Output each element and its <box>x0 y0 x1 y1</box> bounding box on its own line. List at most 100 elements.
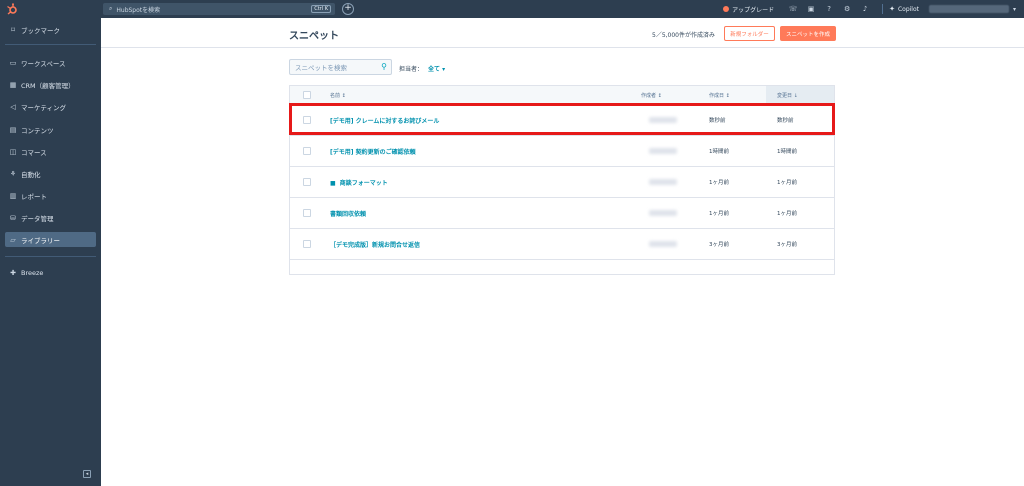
top-nav-bar: ⌕ HubSpotを検索 Ctrl K + アップグレード ☏ ▣ ? ⚙ ♪ … <box>0 0 1024 18</box>
usage-count: 5／5,000件が作成済み <box>652 32 715 39</box>
settings-icon[interactable]: ⚙ <box>840 5 854 13</box>
sidebar-item-crm[interactable]: ▦ CRM（顧客管理） <box>5 77 96 92</box>
modified-date: 1時間前 <box>777 149 797 155</box>
creator-blurred <box>649 210 677 216</box>
bookmark-icon: ⌑ <box>11 25 15 34</box>
column-header-name[interactable]: 名前 ↕ <box>330 92 346 99</box>
sidebar-item-label: レポート <box>21 192 47 201</box>
top-nav-divider <box>882 4 884 14</box>
sidebar-item-library[interactable]: ▱ ライブラリー <box>5 232 96 247</box>
created-date: 3ヶ月前 <box>709 242 729 248</box>
sidebar-item-label: 自動化 <box>21 170 41 179</box>
copilot-sparkle-icon: ✦ <box>889 5 895 13</box>
sidebar-item-content[interactable]: ▤ コンテンツ <box>5 122 96 137</box>
creator-blurred <box>649 148 677 154</box>
modified-date: 3ヶ月前 <box>777 242 797 248</box>
column-header-created[interactable]: 作成日 ↕ <box>709 92 730 99</box>
folder-name-link[interactable]: ■ 商談フォーマット <box>330 178 388 187</box>
owner-filter-dropdown[interactable]: 全て ▾ <box>428 64 445 73</box>
sidebar-item-label: データ管理 <box>21 214 54 223</box>
table-row[interactable]: 書類回収依頼 1ヶ月前 1ヶ月前 <box>290 198 834 229</box>
page-header: スニペット 5／5,000件が作成済み 新規フォルダー スニペットを作成 <box>101 18 1024 48</box>
table-header: 名前 ↕ 作成者 ↕ 作成日 ↕ 変更日 ↓ <box>290 86 834 104</box>
automation-icon: ⚘ <box>9 169 17 178</box>
account-menu-blurred[interactable] <box>928 5 1009 13</box>
chevron-down-icon[interactable]: ▾ <box>1013 6 1016 13</box>
marketplace-icon[interactable]: ▣ <box>804 5 818 13</box>
sidebar-item-data-management[interactable]: ⛁ データ管理 <box>5 210 96 225</box>
creator-blurred <box>649 179 677 185</box>
help-icon[interactable]: ? <box>822 5 836 13</box>
search-shortcut-badge: Ctrl K <box>311 5 331 13</box>
sidebar-item-workspace[interactable]: ▭ ワークスペース <box>5 55 96 70</box>
upgrade-button[interactable]: アップグレード <box>723 5 774 14</box>
sidebar: ⌑ ブックマーク ▭ ワークスペース ▦ CRM（顧客管理） ◁ マーケティング… <box>0 18 101 486</box>
snippet-search-placeholder: スニペットを検索 <box>295 64 347 72</box>
notifications-icon[interactable]: ♪ <box>858 5 872 13</box>
create-snippet-button[interactable]: スニペットを作成 <box>780 26 836 41</box>
select-all-checkbox[interactable] <box>303 91 311 99</box>
sidebar-item-label: Breeze <box>21 268 44 277</box>
snippet-name-link[interactable]: ［デモ完成版］新規お問合せ返信 <box>330 240 420 249</box>
creator-blurred <box>649 241 677 247</box>
breeze-icon: ✚ <box>10 268 16 277</box>
created-date: 1時間前 <box>709 149 729 155</box>
main-content: スニペット 5／5,000件が作成済み 新規フォルダー スニペットを作成 スニペ… <box>101 18 1024 486</box>
sidebar-item-label: マーケティング <box>21 103 66 112</box>
sidebar-item-label: コマース <box>21 148 47 157</box>
library-icon: ▱ <box>10 235 16 244</box>
highlight-box <box>289 103 835 135</box>
sidebar-item-bookmarks[interactable]: ⌑ ブックマーク <box>5 22 96 37</box>
search-icon: ⌕ <box>109 5 113 12</box>
copilot-label: Copilot <box>897 5 919 13</box>
sidebar-item-breeze[interactable]: ✚ Breeze <box>5 265 96 280</box>
sidebar-divider <box>5 256 96 257</box>
global-search-placeholder: HubSpotを検索 <box>116 6 161 14</box>
created-date: 1ヶ月前 <box>709 180 729 186</box>
crm-icon: ▦ <box>9 80 17 89</box>
collapse-sidebar-icon[interactable]: ◂ <box>83 470 91 478</box>
new-folder-button[interactable]: 新規フォルダー <box>724 26 775 41</box>
folder-name-label: 商談フォーマット <box>339 180 388 187</box>
modified-date: 1ヶ月前 <box>777 180 797 186</box>
owner-filter-label: 担当者： <box>399 66 424 73</box>
modified-date: 1ヶ月前 <box>777 211 797 217</box>
table-row[interactable]: [デモ用] 契約更新のご確認依頼 1時間前 1時間前 <box>290 136 834 167</box>
page-title: スニペット <box>289 31 339 42</box>
commerce-icon: ◫ <box>9 147 17 156</box>
create-plus-button[interactable]: + <box>342 3 354 15</box>
marketing-icon: ◁ <box>10 102 16 111</box>
data-icon: ⛁ <box>10 213 16 222</box>
phone-icon[interactable]: ☏ <box>786 5 800 13</box>
column-header-creator[interactable]: 作成者 ↕ <box>641 92 662 99</box>
upgrade-label: アップグレード <box>732 6 775 14</box>
sidebar-item-label: ライブラリー <box>21 236 60 245</box>
reports-icon: ▥ <box>9 191 17 200</box>
table-row[interactable]: ■ 商談フォーマット 1ヶ月前 1ヶ月前 <box>290 167 834 198</box>
row-checkbox[interactable] <box>303 209 311 217</box>
hubspot-logo-icon[interactable] <box>6 3 18 15</box>
copilot-button[interactable]: ✦ Copilot <box>889 5 919 13</box>
folder-icon: ■ <box>330 180 336 187</box>
snippet-search-input[interactable]: スニペットを検索 ⚲ <box>289 59 392 75</box>
snippet-name-link[interactable]: 書類回収依頼 <box>330 209 366 218</box>
row-checkbox[interactable] <box>303 147 311 155</box>
sidebar-item-commerce[interactable]: ◫ コマース <box>5 144 96 159</box>
sidebar-item-marketing[interactable]: ◁ マーケティング <box>5 99 96 114</box>
sidebar-item-reports[interactable]: ▥ レポート <box>5 188 96 203</box>
workspace-icon: ▭ <box>9 58 17 67</box>
column-header-modified[interactable]: 変更日 ↓ <box>777 92 798 99</box>
sidebar-item-label: ワークスペース <box>21 59 66 68</box>
sidebar-item-automation[interactable]: ⚘ 自動化 <box>5 166 96 181</box>
sidebar-item-label: コンテンツ <box>21 126 54 135</box>
created-date: 1ヶ月前 <box>709 211 729 217</box>
sidebar-divider <box>5 44 96 45</box>
table-row[interactable]: ［デモ完成版］新規お問合せ返信 3ヶ月前 3ヶ月前 <box>290 229 834 260</box>
row-checkbox[interactable] <box>303 178 311 186</box>
sidebar-item-label: CRM（顧客管理） <box>21 81 75 90</box>
sidebar-item-label: ブックマーク <box>21 26 60 35</box>
global-search-input[interactable]: ⌕ HubSpotを検索 Ctrl K <box>103 3 335 15</box>
search-icon[interactable]: ⚲ <box>381 62 387 71</box>
snippet-name-link[interactable]: [デモ用] 契約更新のご確認依頼 <box>330 147 416 156</box>
row-checkbox[interactable] <box>303 240 311 248</box>
